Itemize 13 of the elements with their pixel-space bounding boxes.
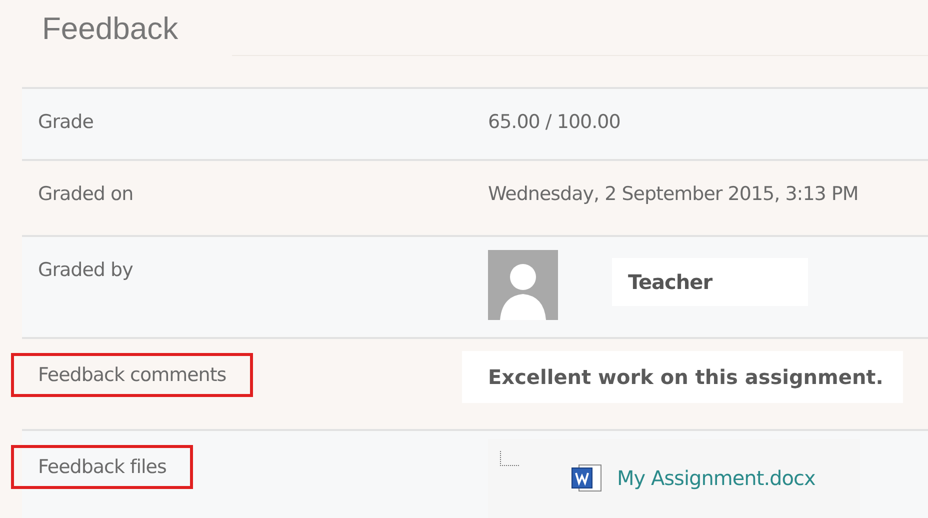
field-value: 65.00 / 100.00 — [488, 111, 620, 133]
tree-connector — [500, 451, 519, 466]
field-label: Graded on — [38, 183, 134, 205]
highlighted-label: Feedback comments — [11, 353, 254, 397]
field-label: Grade — [38, 111, 94, 133]
field-value: Wednesday, 2 September 2015, 3:13 PM — [488, 183, 858, 205]
section-title: Feedback — [42, 11, 178, 47]
user-name[interactable]: Teacher — [612, 258, 808, 306]
feedback-comment: Excellent work on this assignment. — [462, 351, 904, 403]
document-icon — [571, 463, 603, 493]
field-label: Graded by — [38, 259, 133, 281]
highlighted-label: Feedback files — [11, 445, 194, 489]
file-link[interactable]: My Assignment.docx — [617, 466, 816, 490]
